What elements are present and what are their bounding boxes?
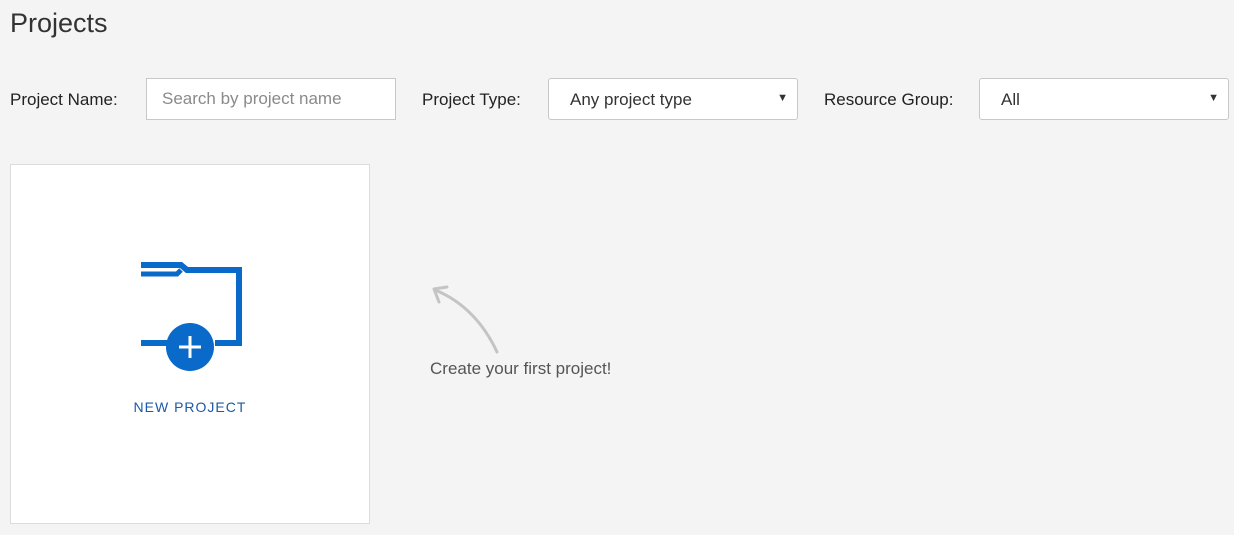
page-title: Projects: [10, 8, 108, 38]
folder-plus-icon: [141, 262, 242, 371]
curved-arrow-icon: [432, 285, 499, 354]
create-first-project-hint: Create your first project!: [430, 359, 612, 378]
new-project-label: NEW PROJECT: [133, 399, 247, 415]
project-name-search-input[interactable]: [146, 78, 396, 120]
project-name-label: Project Name:: [10, 90, 118, 109]
project-type-label: Project Type:: [422, 90, 521, 109]
chevron-down-icon: ▼: [777, 92, 788, 104]
chevron-down-icon: ▼: [1208, 92, 1219, 104]
resource-group-label: Resource Group:: [824, 90, 954, 109]
project-type-select[interactable]: Any project type ▼: [548, 78, 798, 120]
new-project-card[interactable]: NEW PROJECT: [10, 164, 370, 524]
project-type-selected-value: Any project type: [570, 90, 692, 109]
resource-group-select[interactable]: All ▼: [979, 78, 1229, 120]
resource-group-selected-value: All: [1001, 90, 1020, 109]
